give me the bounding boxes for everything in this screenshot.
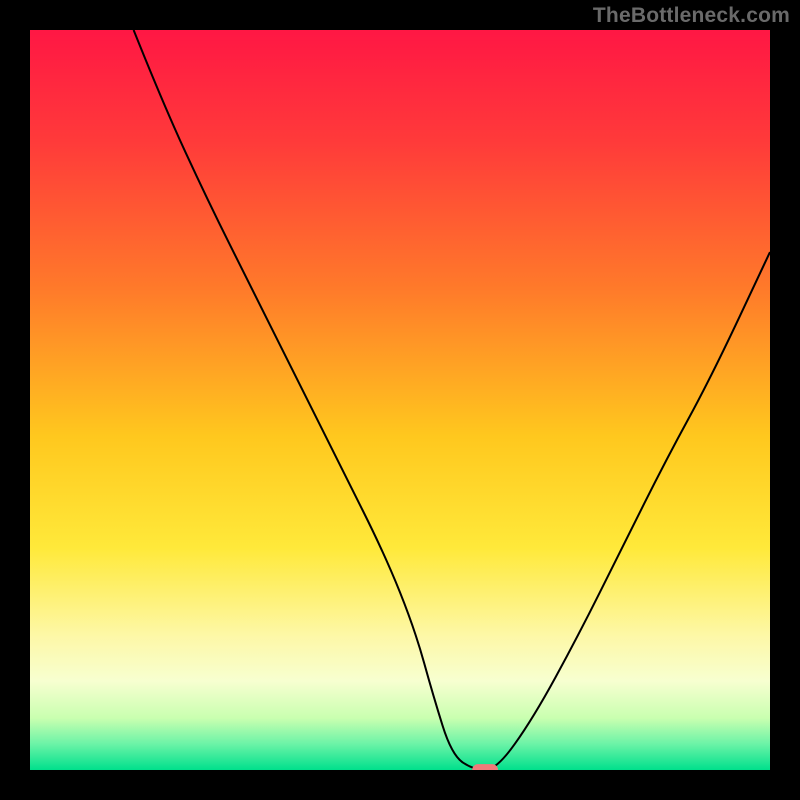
optimum-marker <box>472 764 498 770</box>
gradient-background <box>30 30 770 770</box>
chart-svg <box>30 30 770 770</box>
chart-outer: TheBottleneck.com <box>0 0 800 800</box>
watermark-text: TheBottleneck.com <box>593 4 790 28</box>
plot-area <box>30 30 770 770</box>
